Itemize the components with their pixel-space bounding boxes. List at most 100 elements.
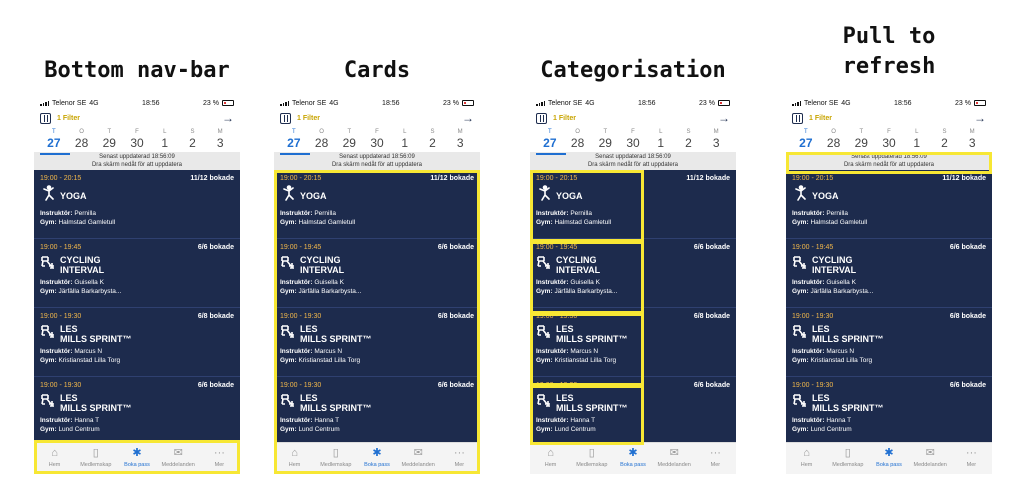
nav-medlemskap[interactable]: ▯ Medlemskap [75, 443, 116, 474]
day-27[interactable]: T 27 [280, 128, 308, 152]
arrow-right-icon[interactable]: → [222, 112, 234, 124]
day-27[interactable]: T 27 [40, 128, 68, 152]
day-29[interactable]: T 29 [95, 128, 123, 152]
nav-hem[interactable]: ⌂ Hem [786, 443, 827, 474]
day-number: 3 [456, 136, 464, 150]
nav-hem[interactable]: ⌂ Hem [34, 443, 75, 474]
nav-boka-pass[interactable]: ✱ Boka pass [356, 443, 397, 474]
day-30[interactable]: F 30 [875, 128, 903, 152]
day-1[interactable]: L1 [903, 128, 931, 152]
day-2[interactable]: S2 [675, 128, 703, 152]
class-card[interactable]: 19:00 - 19:45 6/6 bokade CYCLING INTERVAL I… [530, 239, 736, 308]
day-28[interactable]: O 28 [564, 128, 592, 152]
nav-medlemskap[interactable]: ▯ Medlemskap [827, 443, 868, 474]
nav-meddelanden[interactable]: ✉ Meddelanden [654, 443, 695, 474]
class-card[interactable]: 19:00 - 19:30 6/8 bokade LES MILLS SPRINT™… [34, 308, 240, 377]
instructor-line: Instruktör: Marcus N [536, 347, 730, 356]
gym-label: Gym: [792, 357, 809, 364]
class-card[interactable]: 19:00 - 19:30 6/6 bokade LES MILLS SPRINT™… [530, 377, 736, 442]
arrow-right-icon[interactable]: → [462, 112, 474, 124]
day-2[interactable]: S2 [931, 128, 959, 152]
nav-medlemskap[interactable]: ▯ Medlemskap [315, 443, 356, 474]
class-card[interactable]: 19:00 - 19:45 6/6 bokade CYCLING INTERVAL I… [274, 239, 480, 308]
filter-button[interactable]: 1 Filter [280, 112, 320, 124]
day-3[interactable]: M3 [446, 128, 474, 152]
gym-label: Gym: [40, 288, 57, 295]
membership-icon: ▯ [588, 447, 595, 459]
day-27[interactable]: T 27 [792, 128, 820, 152]
gym-label: Gym: [536, 288, 553, 295]
nav-boka-pass[interactable]: ✱ Boka pass [612, 443, 653, 474]
arrow-right-icon[interactable]: → [718, 112, 730, 124]
nav-mer[interactable]: ··· Mer [439, 443, 480, 474]
day-29[interactable]: T 29 [335, 128, 363, 152]
day-1[interactable]: L1 [391, 128, 419, 152]
arrow-right-icon[interactable]: → [974, 112, 986, 124]
day-29[interactable]: T 29 [591, 128, 619, 152]
instructor-label: Instruktör: [40, 348, 73, 355]
nav-mer[interactable]: ··· Mer [199, 443, 240, 474]
gym-name: Halmstad Gamletull [58, 219, 116, 226]
filter-button[interactable]: 1 Filter [536, 112, 576, 124]
day-2[interactable]: S2 [179, 128, 207, 152]
nav-label: Mer [214, 462, 225, 468]
day-2[interactable]: S2 [419, 128, 447, 152]
status-bar: Telenor SE 4G 18:56 23 % [530, 96, 736, 110]
day-3[interactable]: M3 [702, 128, 730, 152]
last-updated-text: Senast uppdaterad 18:56:09 [595, 154, 671, 160]
day-30[interactable]: F 30 [123, 128, 151, 152]
card-header: LES MILLS SPRINT™ [40, 323, 234, 344]
day-letter: O [319, 129, 324, 135]
day-28[interactable]: O 28 [820, 128, 848, 152]
class-card[interactable]: 19:00 - 19:30 6/8 bokade LES MILLS SPRINT™… [274, 308, 480, 377]
instructor-label: Instruktör: [40, 279, 73, 286]
booking-count: 6/8 bokade [693, 313, 730, 320]
class-card[interactable]: 19:00 - 20:15 11/12 bokade YOGA Instruktör:… [786, 170, 992, 239]
day-letter: T [548, 129, 552, 135]
filter-button[interactable]: 1 Filter [792, 112, 832, 124]
nav-hem[interactable]: ⌂ Hem [530, 443, 571, 474]
gym-label: Gym: [280, 219, 297, 226]
class-title: YOGA [300, 190, 327, 201]
class-card[interactable]: 19:00 - 19:30 6/6 bokade LES MILLS SPRINT™… [274, 377, 480, 442]
class-card[interactable]: 19:00 - 19:30 6/6 bokade LES MILLS SPRINT™… [786, 377, 992, 442]
day-letter: F [375, 129, 379, 135]
day-29[interactable]: T 29 [847, 128, 875, 152]
day-28[interactable]: O 28 [308, 128, 336, 152]
class-card[interactable]: 19:00 - 19:45 6/6 bokade CYCLING INTERVAL I… [34, 239, 240, 308]
day-1[interactable]: L1 [647, 128, 675, 152]
nav-meddelanden[interactable]: ✉ Meddelanden [398, 443, 439, 474]
nav-boka-pass[interactable]: ✱ Boka pass [116, 443, 157, 474]
nav-boka-pass[interactable]: ✱ Boka pass [868, 443, 909, 474]
day-1[interactable]: L1 [151, 128, 179, 152]
nav-meddelanden[interactable]: ✉ Meddelanden [910, 443, 951, 474]
nav-mer[interactable]: ··· Mer [951, 443, 992, 474]
day-30[interactable]: F 30 [619, 128, 647, 152]
nav-meddelanden[interactable]: ✉ Meddelanden [158, 443, 199, 474]
day-3[interactable]: M3 [958, 128, 986, 152]
class-card[interactable]: 19:00 - 20:15 11/12 bokade YOGA Instruktör:… [34, 170, 240, 239]
nav-label: Medlemskap [320, 462, 352, 468]
day-28[interactable]: O 28 [68, 128, 96, 152]
nav-label: Mer [454, 462, 465, 468]
class-card[interactable]: 19:00 - 19:45 6/6 bokade CYCLING INTERVAL I… [786, 239, 992, 308]
day-number: 27 [47, 136, 61, 150]
gym-line: Gym: Kristianstad Lilla Torg [536, 356, 730, 365]
day-30[interactable]: F 30 [363, 128, 391, 152]
class-card[interactable]: 19:00 - 20:15 11/12 bokade YOGA Instruktör:… [530, 170, 736, 239]
class-card[interactable]: 19:00 - 20:15 11/12 bokade YOGA Instruktör:… [274, 170, 480, 239]
nav-mer[interactable]: ··· Mer [695, 443, 736, 474]
carrier: Telenor SE [52, 99, 87, 107]
class-card[interactable]: 19:00 - 19:30 6/8 bokade LES MILLS SPRINT™… [530, 308, 736, 377]
day-27[interactable]: T 27 [536, 128, 564, 152]
panel-title: Cards [343, 58, 411, 83]
day-3[interactable]: M3 [206, 128, 234, 152]
class-card[interactable]: 19:00 - 19:30 6/6 bokade LES MILLS SPRINT™… [34, 377, 240, 442]
nav-medlemskap[interactable]: ▯ Medlemskap [571, 443, 612, 474]
class-card[interactable]: 19:00 - 19:30 6/8 bokade LES MILLS SPRINT™… [786, 308, 992, 377]
day-number: 2 [429, 136, 436, 150]
booking-count: 11/12 bokade [430, 175, 474, 182]
class-title: LES MILLS SPRINT™ [60, 392, 132, 413]
filter-button[interactable]: 1 Filter [40, 112, 80, 124]
nav-hem[interactable]: ⌂ Hem [274, 443, 315, 474]
